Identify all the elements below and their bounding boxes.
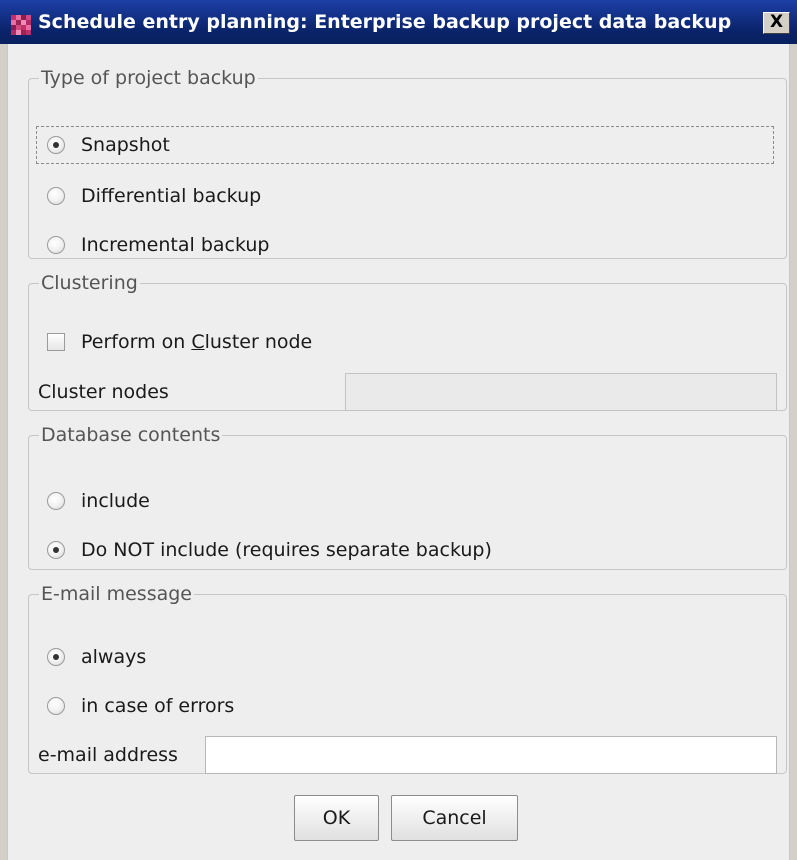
radio-button-checked[interactable] bbox=[47, 648, 65, 666]
radio-label: include bbox=[81, 490, 150, 512]
close-icon: X bbox=[769, 12, 784, 32]
cluster-nodes-label: Cluster nodes bbox=[38, 381, 169, 403]
app-icon bbox=[11, 15, 31, 35]
cancel-button[interactable]: Cancel bbox=[391, 795, 518, 841]
cluster-nodes-field bbox=[345, 373, 777, 411]
window-frame-left bbox=[0, 44, 8, 860]
radio-label: Snapshot bbox=[81, 134, 170, 156]
checkbox-label-prefix: Perform on bbox=[81, 331, 192, 353]
checkbox[interactable] bbox=[47, 333, 65, 351]
email-message-group: E-mail message always in case of errors … bbox=[28, 584, 787, 774]
checkbox-label-suffix: luster node bbox=[204, 331, 313, 353]
backup-type-legend: Type of project backup bbox=[41, 67, 256, 89]
close-button[interactable]: X bbox=[763, 12, 790, 34]
radio-button[interactable] bbox=[47, 697, 65, 715]
ok-button[interactable]: OK bbox=[294, 795, 379, 841]
checkbox-label-mnemonic: C bbox=[191, 331, 205, 353]
radio-label: in case of errors bbox=[81, 695, 235, 717]
radio-button[interactable] bbox=[47, 187, 65, 205]
database-contents-group: Database contents include Do NOT include… bbox=[28, 425, 787, 570]
radio-label: Do NOT include (requires separate backup… bbox=[81, 539, 492, 561]
clustering-group: Clustering Perform on Cluster node Clust… bbox=[28, 273, 787, 411]
email-address-label: e-mail address bbox=[38, 744, 178, 766]
radio-do-not-include[interactable]: Do NOT include (requires separate backup… bbox=[47, 535, 492, 565]
title-bar[interactable]: Schedule entry planning: Enterprise back… bbox=[0, 0, 797, 44]
checkbox-label: Perform on Cluster node bbox=[81, 331, 312, 353]
schedule-entry-dialog: Schedule entry planning: Enterprise back… bbox=[0, 0, 797, 860]
radio-button-checked[interactable] bbox=[47, 541, 65, 559]
checkbox-perform-on-cluster-node[interactable]: Perform on Cluster node bbox=[47, 327, 312, 357]
backup-type-group: Type of project backup Snapshot Differen… bbox=[28, 68, 787, 259]
clustering-legend: Clustering bbox=[41, 272, 138, 294]
radio-label: Differential backup bbox=[81, 185, 262, 207]
radio-always[interactable]: always bbox=[47, 642, 146, 672]
email-address-input[interactable] bbox=[206, 737, 776, 773]
window-frame-right bbox=[789, 44, 797, 860]
radio-include[interactable]: include bbox=[47, 486, 150, 516]
cluster-nodes-input bbox=[346, 374, 776, 410]
database-contents-legend: Database contents bbox=[41, 424, 221, 446]
radio-differential-backup[interactable]: Differential backup bbox=[47, 181, 261, 211]
radio-in-case-of-errors[interactable]: in case of errors bbox=[47, 691, 234, 721]
email-message-legend: E-mail message bbox=[41, 583, 192, 605]
window-title: Schedule entry planning: Enterprise back… bbox=[38, 11, 732, 33]
radio-button[interactable] bbox=[47, 236, 65, 254]
radio-button-checked[interactable] bbox=[47, 136, 65, 154]
radio-button[interactable] bbox=[47, 492, 65, 510]
radio-label: Incremental backup bbox=[81, 234, 270, 256]
radio-label: always bbox=[81, 646, 147, 668]
radio-snapshot[interactable]: Snapshot bbox=[47, 130, 170, 160]
email-address-field[interactable] bbox=[205, 736, 777, 774]
radio-incremental-backup[interactable]: Incremental backup bbox=[47, 230, 270, 260]
